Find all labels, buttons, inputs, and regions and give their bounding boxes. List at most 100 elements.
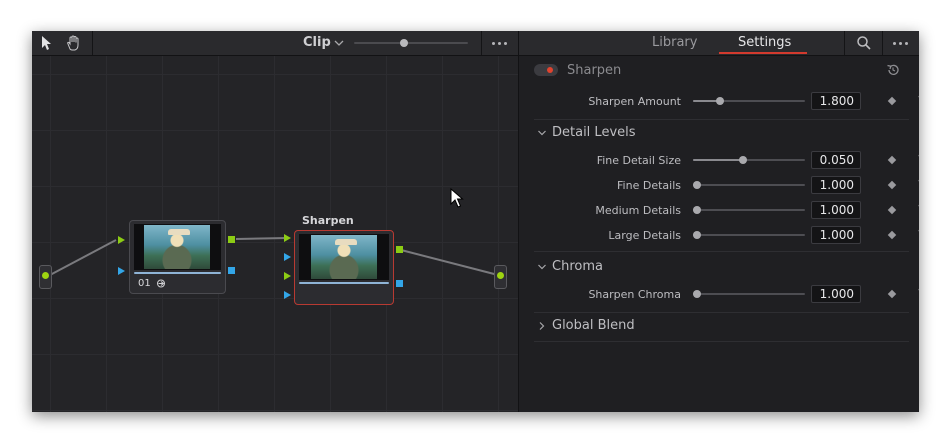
node2-rgb-input-port-2[interactable] xyxy=(284,272,291,280)
settings-panel: Library Settings Sharpen Sharpen Amount … xyxy=(519,31,919,412)
chevron-down-icon[interactable] xyxy=(333,38,345,48)
node-editor-toolbar: Clip xyxy=(32,31,518,56)
chevron-down-icon[interactable] xyxy=(537,128,547,138)
toggle-led xyxy=(547,67,553,73)
large-details-slider[interactable] xyxy=(693,231,805,239)
sharpen-chroma-label: Sharpen Chroma xyxy=(588,288,681,301)
sharpen-amount-label: Sharpen Amount xyxy=(588,95,681,108)
node-sharpen[interactable] xyxy=(294,230,394,305)
fine-detail-size-value[interactable]: 0.050 xyxy=(811,151,861,169)
reset-icon[interactable] xyxy=(917,153,919,167)
node2-alpha-input-port[interactable] xyxy=(284,253,291,261)
reset-icon[interactable] xyxy=(917,228,919,242)
node-01[interactable]: 01 xyxy=(129,220,226,294)
keyframe-diamond-icon[interactable] xyxy=(887,96,897,106)
thumbnail-detail xyxy=(168,229,190,235)
plugin-reset-all-icon[interactable] xyxy=(886,63,900,77)
node1-rgb-output-port[interactable] xyxy=(228,236,235,243)
section-global-blend[interactable]: Global Blend xyxy=(552,318,635,333)
keyframe-diamond-icon[interactable] xyxy=(887,230,897,240)
sharpen-enable-toggle[interactable] xyxy=(534,64,558,76)
reset-icon[interactable] xyxy=(917,94,919,108)
hand-tool-icon[interactable] xyxy=(65,35,81,51)
slider-knob[interactable] xyxy=(716,97,724,105)
node-link-icon xyxy=(157,279,165,288)
input-dot xyxy=(42,272,49,279)
active-tab-underline xyxy=(719,52,807,54)
more-options-icon[interactable] xyxy=(492,42,507,45)
node1-number: 01 xyxy=(138,278,151,289)
slider-knob[interactable] xyxy=(693,231,701,239)
sharpen-chroma-value[interactable]: 1.000 xyxy=(811,285,861,303)
node-connections xyxy=(49,237,499,276)
search-icon[interactable] xyxy=(856,35,872,51)
node1-alpha-output-port[interactable] xyxy=(228,267,235,274)
node1-rgb-input-port[interactable] xyxy=(118,236,125,244)
node2-progress-bar xyxy=(299,282,389,284)
zoom-slider-knob[interactable] xyxy=(400,39,408,47)
tab-library[interactable]: Library xyxy=(652,35,697,50)
connection-line xyxy=(235,237,289,240)
node-graph-canvas[interactable]: 01 Sharpen xyxy=(32,56,518,412)
node2-alpha-input-port-2[interactable] xyxy=(284,291,291,299)
plugin-reset-icon[interactable] xyxy=(917,63,919,77)
reset-icon[interactable] xyxy=(917,178,919,192)
node1-alpha-input-port[interactable] xyxy=(118,267,125,275)
connection-line xyxy=(49,239,117,276)
node2-alpha-output-port[interactable] xyxy=(396,280,403,287)
node1-thumbnail xyxy=(134,224,221,270)
connection-line xyxy=(400,249,499,276)
keyframe-diamond-icon[interactable] xyxy=(887,289,897,299)
slider-knob[interactable] xyxy=(739,156,747,164)
slider-knob[interactable] xyxy=(693,290,701,298)
section-divider xyxy=(534,341,909,342)
fine-details-slider[interactable] xyxy=(693,181,805,189)
toolbar-separator xyxy=(481,31,482,55)
zoom-slider-track[interactable] xyxy=(354,42,468,44)
source-input-node[interactable] xyxy=(39,265,52,289)
medium-details-value[interactable]: 1.000 xyxy=(811,201,861,219)
fine-details-label: Fine Details xyxy=(617,179,681,192)
section-chroma[interactable]: Chroma xyxy=(552,259,603,274)
slider-knob[interactable] xyxy=(693,206,701,214)
node2-rgb-output-port[interactable] xyxy=(396,246,403,253)
keyframe-diamond-icon[interactable] xyxy=(887,180,897,190)
keyframe-diamond-icon[interactable] xyxy=(887,155,897,165)
pointer-tool-icon[interactable] xyxy=(38,35,54,51)
chevron-down-icon[interactable] xyxy=(537,262,547,272)
section-divider xyxy=(534,119,909,120)
node-editor: Clip 01 Sharpen xyxy=(32,31,518,412)
chevron-right-icon[interactable] xyxy=(537,321,547,331)
node1-progress-bar xyxy=(134,272,221,274)
mouse-cursor-icon xyxy=(450,188,464,208)
output-dot xyxy=(497,272,504,279)
reset-icon[interactable] xyxy=(917,203,919,217)
toolbar-separator xyxy=(92,31,93,55)
keyframe-diamond-icon[interactable] xyxy=(887,205,897,215)
header-separator xyxy=(882,31,883,55)
resolve-window: Clip 01 Sharpen Library Settings Sharpen… xyxy=(32,31,919,412)
plugin-title: Sharpen xyxy=(567,63,622,78)
sharpen-amount-value[interactable]: 1.800 xyxy=(811,92,861,110)
section-divider xyxy=(534,312,909,313)
fine-detail-size-label: Fine Detail Size xyxy=(596,154,681,167)
reset-icon[interactable] xyxy=(917,287,919,301)
section-detail-levels[interactable]: Detail Levels xyxy=(552,125,636,140)
more-options-icon[interactable] xyxy=(893,42,908,45)
medium-details-slider[interactable] xyxy=(693,206,805,214)
clip-mode-dropdown[interactable]: Clip xyxy=(303,35,331,50)
fine-detail-size-slider[interactable] xyxy=(693,156,805,164)
slider-knob[interactable] xyxy=(693,181,701,189)
tab-settings[interactable]: Settings xyxy=(738,35,791,50)
medium-details-label: Medium Details xyxy=(595,204,681,217)
section-divider xyxy=(534,251,909,252)
node2-thumbnail xyxy=(299,234,389,280)
large-details-value[interactable]: 1.000 xyxy=(811,226,861,244)
large-details-label: Large Details xyxy=(608,229,681,242)
sharpen-chroma-slider[interactable] xyxy=(693,290,805,298)
fine-details-value[interactable]: 1.000 xyxy=(811,176,861,194)
header-separator xyxy=(844,31,845,55)
output-node[interactable] xyxy=(494,265,507,289)
sharpen-amount-slider[interactable] xyxy=(693,97,805,105)
node2-rgb-input-port[interactable] xyxy=(284,234,291,242)
